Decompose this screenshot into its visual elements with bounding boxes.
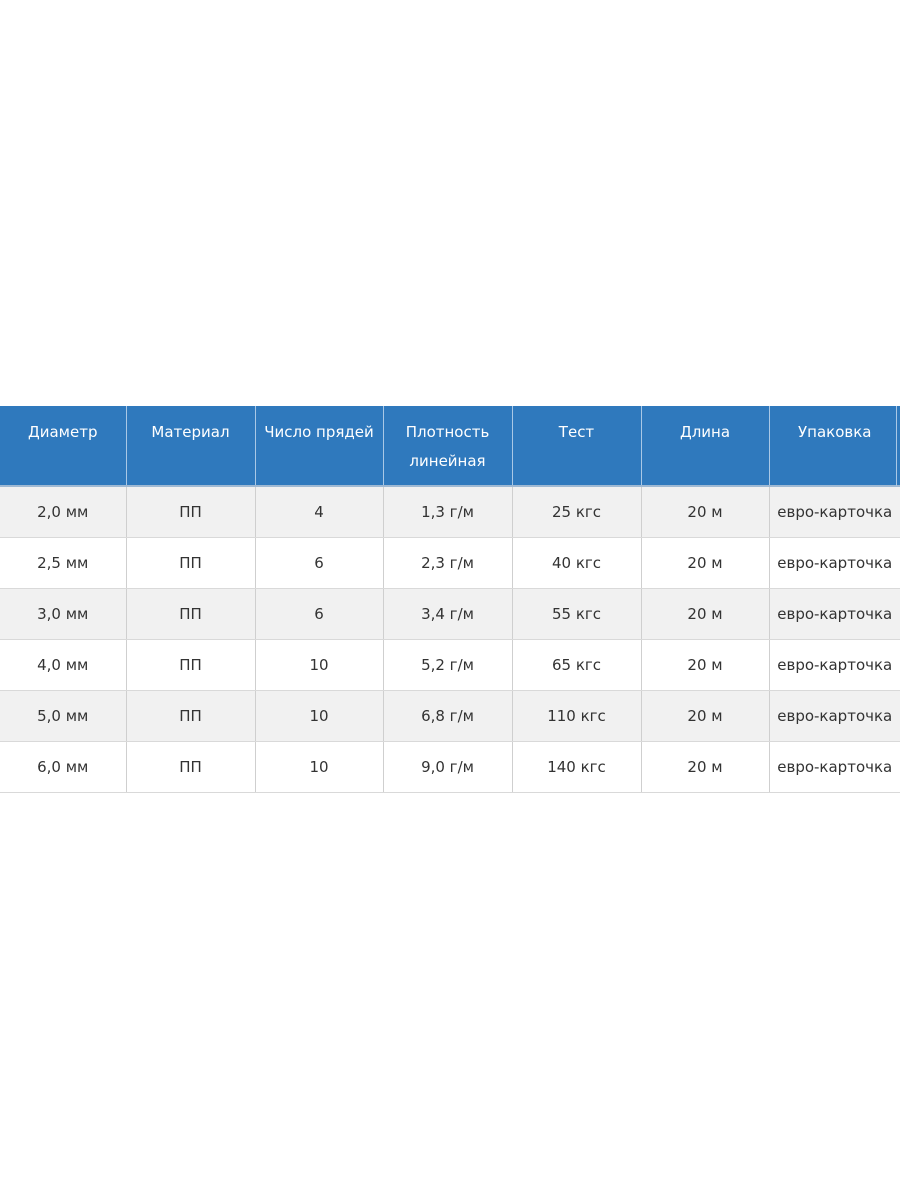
cell-diameter: 5,0 мм bbox=[0, 690, 127, 742]
cell-length: 20 м bbox=[641, 486, 770, 538]
cell-material: ПП bbox=[126, 690, 256, 742]
table-row: 3,0 мм ПП 6 3,4 г/м 55 кгс 20 м евро-кар… bbox=[0, 588, 900, 640]
table-row: 6,0 мм ПП 10 9,0 г/м 140 кгс 20 м евро-к… bbox=[0, 741, 900, 793]
cell-length: 20 м bbox=[641, 690, 770, 742]
header-diameter: Диаметр bbox=[0, 406, 127, 487]
cell-material: ПП bbox=[126, 486, 256, 538]
cell-packaging: евро-карточка bbox=[769, 486, 900, 538]
cell-linear-density: 2,3 г/м bbox=[383, 537, 513, 589]
cell-strands: 10 bbox=[255, 741, 384, 793]
header-test: Тест bbox=[512, 406, 642, 487]
cell-diameter: 6,0 мм bbox=[0, 741, 127, 793]
cell-test: 25 кгс bbox=[512, 486, 642, 538]
cell-strands: 6 bbox=[255, 537, 384, 589]
cell-material: ПП bbox=[126, 639, 256, 691]
cell-strands: 4 bbox=[255, 486, 384, 538]
cell-diameter: 2,5 мм bbox=[0, 537, 127, 589]
cell-test: 40 кгс bbox=[512, 537, 642, 589]
cell-packaging: евро-карточка bbox=[769, 639, 900, 691]
cell-diameter: 2,0 мм bbox=[0, 486, 127, 538]
cell-packaging: евро-карточка bbox=[769, 537, 900, 589]
spec-table: Диаметр Материал Число прядей Плотность л… bbox=[0, 406, 900, 793]
cell-packaging: евро-карточка bbox=[769, 588, 900, 640]
cell-test: 140 кгс bbox=[512, 741, 642, 793]
cell-material: ПП bbox=[126, 588, 256, 640]
table-row: 4,0 мм ПП 10 5,2 г/м 65 кгс 20 м евро-ка… bbox=[0, 639, 900, 691]
header-packaging: Упаковка bbox=[769, 406, 900, 487]
cell-packaging: евро-карточка bbox=[769, 741, 900, 793]
cell-material: ПП bbox=[126, 741, 256, 793]
cell-linear-density: 5,2 г/м bbox=[383, 639, 513, 691]
cell-length: 20 м bbox=[641, 537, 770, 589]
header-length: Длина bbox=[641, 406, 770, 487]
cell-packaging: евро-карточка bbox=[769, 690, 900, 742]
cell-test: 65 кгс bbox=[512, 639, 642, 691]
cell-diameter: 3,0 мм bbox=[0, 588, 127, 640]
table-row: 2,5 мм ПП 6 2,3 г/м 40 кгс 20 м евро-кар… bbox=[0, 537, 900, 589]
cell-length: 20 м bbox=[641, 588, 770, 640]
header-material: Материал bbox=[126, 406, 256, 487]
cell-strands: 10 bbox=[255, 690, 384, 742]
cell-test: 110 кгс bbox=[512, 690, 642, 742]
cell-test: 55 кгс bbox=[512, 588, 642, 640]
header-linear-density: Плотность линейная bbox=[383, 406, 513, 487]
table-row: 2,0 мм ПП 4 1,3 г/м 25 кгс 20 м евро-кар… bbox=[0, 486, 900, 538]
header-strands: Число прядей bbox=[255, 406, 384, 487]
cell-strands: 10 bbox=[255, 639, 384, 691]
cell-linear-density: 1,3 г/м bbox=[383, 486, 513, 538]
cell-diameter: 4,0 мм bbox=[0, 639, 127, 691]
cell-linear-density: 9,0 г/м bbox=[383, 741, 513, 793]
table-header-row: Диаметр Материал Число прядей Плотность л… bbox=[0, 406, 900, 487]
cell-length: 20 м bbox=[641, 639, 770, 691]
cell-length: 20 м bbox=[641, 741, 770, 793]
header-edge-divider bbox=[896, 406, 900, 486]
cell-linear-density: 6,8 г/м bbox=[383, 690, 513, 742]
table-row: 5,0 мм ПП 10 6,8 г/м 110 кгс 20 м евро-к… bbox=[0, 690, 900, 742]
cell-material: ПП bbox=[126, 537, 256, 589]
cell-strands: 6 bbox=[255, 588, 384, 640]
cell-linear-density: 3,4 г/м bbox=[383, 588, 513, 640]
